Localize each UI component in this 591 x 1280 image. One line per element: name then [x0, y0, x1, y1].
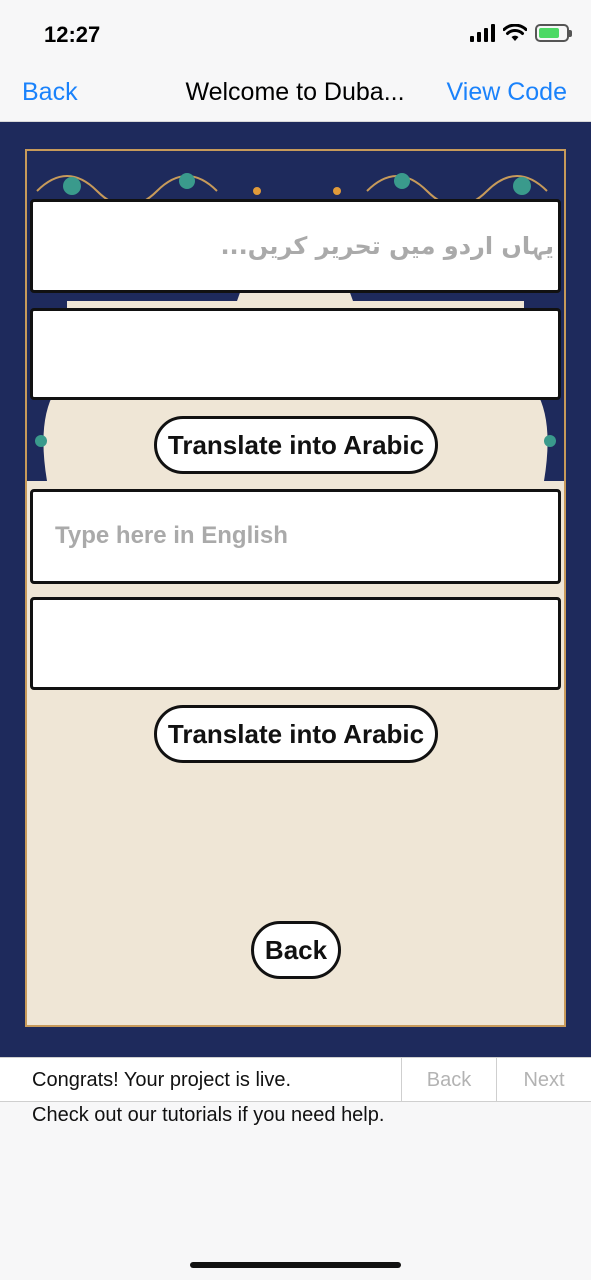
arabic-output-field-2[interactable]: [30, 597, 561, 690]
navigation-bar: Back Welcome to Duba... View Code: [0, 70, 591, 122]
home-indicator[interactable]: [190, 1262, 401, 1268]
pager-next-button[interactable]: Next: [496, 1058, 591, 1102]
english-input[interactable]: Type here in English: [30, 489, 561, 584]
congrats-message: Congrats! Your project is live.: [32, 1069, 292, 1091]
nav-back-button[interactable]: Back: [22, 78, 78, 107]
wifi-icon: [503, 24, 527, 41]
cellular-signal-icon: [470, 24, 495, 42]
status-icons: [470, 24, 572, 42]
pager-back-button[interactable]: Back: [401, 1058, 496, 1102]
translate-urdu-button[interactable]: Translate into Arabic: [154, 416, 438, 474]
status-bar: 12:27: [0, 0, 591, 70]
view-code-button[interactable]: View Code: [447, 78, 567, 107]
arabic-output-field-1[interactable]: [30, 308, 561, 400]
nav-title: Welcome to Duba...: [185, 78, 405, 106]
urdu-input[interactable]: یہاں اردو میں تحریر کریں...: [30, 199, 561, 293]
battery-charging-icon: [535, 24, 572, 42]
app-preview-area: یہاں اردو میں تحریر کریں... Translate in…: [0, 122, 591, 1057]
bottom-panel: Congrats! Your project is live. Back Nex…: [0, 1057, 591, 1280]
congrats-row: Congrats! Your project is live. Back Nex…: [0, 1057, 591, 1102]
status-time: 12:27: [44, 22, 101, 47]
ornamental-card: یہاں اردو میں تحریر کریں... Translate in…: [25, 149, 566, 1027]
app-back-button[interactable]: Back: [251, 921, 341, 979]
help-message: Check out our tutorials if you need help…: [32, 1104, 385, 1126]
translate-english-button[interactable]: Translate into Arabic: [154, 705, 438, 763]
